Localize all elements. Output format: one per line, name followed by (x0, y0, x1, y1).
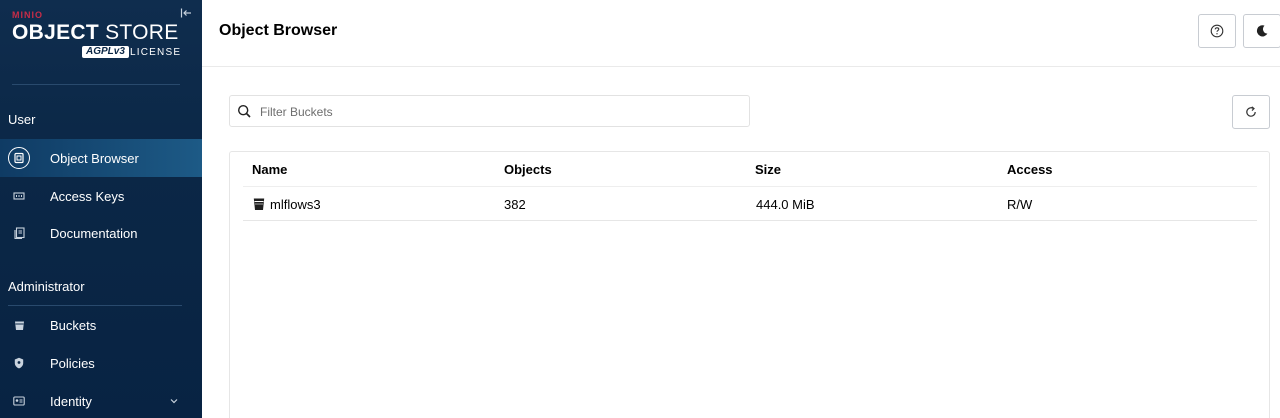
theme-toggle-button[interactable] (1243, 14, 1280, 48)
brand-product: OBJECT STORE (12, 21, 179, 45)
sidebar-item-policies[interactable]: Policies (0, 344, 202, 382)
collapse-icon (180, 8, 191, 18)
sidebar-item-buckets[interactable]: Buckets (0, 306, 202, 344)
table-header: Name Objects Size Access (243, 152, 1257, 187)
sidebar-item-access-keys[interactable]: Access Keys (0, 177, 202, 215)
column-header-access[interactable]: Access (1007, 162, 1053, 177)
bucket-name: mlflows3 (270, 197, 321, 212)
column-header-objects[interactable]: Objects (504, 162, 552, 177)
column-header-size[interactable]: Size (755, 162, 781, 177)
divider (12, 84, 180, 85)
refresh-icon (1246, 106, 1256, 117)
column-header-name[interactable]: Name (252, 162, 287, 177)
sidebar-item-label: Buckets (50, 317, 97, 333)
brand-license: LICENSE (130, 47, 182, 58)
sidebar: MINIO OBJECT STORE AGPLv3 LICENSE User O… (0, 0, 202, 418)
access-keys-icon (8, 185, 30, 207)
sidebar-item-identity[interactable]: Identity (0, 382, 202, 418)
page-header: Object Browser (202, 0, 1280, 67)
refresh-button[interactable] (1232, 95, 1270, 129)
sidebar-item-documentation[interactable]: Documentation (0, 214, 202, 252)
bucket-access: R/W (1007, 197, 1033, 212)
search-icon (237, 104, 251, 118)
identity-icon (8, 390, 30, 412)
help-icon (1210, 24, 1224, 38)
sidebar-item-label: Policies (50, 355, 95, 371)
bucket-icon (253, 198, 265, 210)
brand-object: OBJECT (12, 21, 99, 44)
brand-minio: MINIO (12, 10, 43, 20)
help-button[interactable] (1198, 14, 1236, 48)
moon-icon (1256, 25, 1268, 37)
brand-store: STORE (98, 21, 179, 44)
collapse-sidebar-button[interactable] (178, 5, 194, 21)
brand-logo: MINIO OBJECT STORE AGPLv3 LICENSE (12, 10, 182, 66)
table-row[interactable]: mlflows3 382 444.0 MiB R/W (243, 187, 1257, 221)
sidebar-item-label: Access Keys (50, 188, 125, 204)
object-browser-icon (8, 147, 30, 169)
filter-buckets-input[interactable] (260, 102, 740, 122)
brand-agpl: AGPLv3 (82, 46, 129, 58)
sidebar-item-label: Identity (50, 393, 92, 409)
documentation-icon (8, 222, 30, 244)
sidebar-item-label: Documentation (50, 225, 138, 241)
buckets-table: Name Objects Size Access mlflows3 382 44… (229, 151, 1270, 418)
filter-buckets-field[interactable] (229, 95, 750, 127)
sidebar-item-label: Object Browser (50, 150, 139, 166)
sidebar-item-object-browser[interactable]: Object Browser (0, 139, 202, 177)
chevron-down-icon (168, 395, 180, 407)
bucket-size: 444.0 MiB (756, 197, 815, 212)
section-label-administrator: Administrator (8, 279, 85, 294)
bucket-objects: 382 (504, 197, 526, 212)
policies-icon (8, 352, 30, 374)
page-title: Object Browser (219, 22, 338, 39)
section-label-user: User (8, 112, 36, 127)
bucket-icon (8, 314, 30, 336)
